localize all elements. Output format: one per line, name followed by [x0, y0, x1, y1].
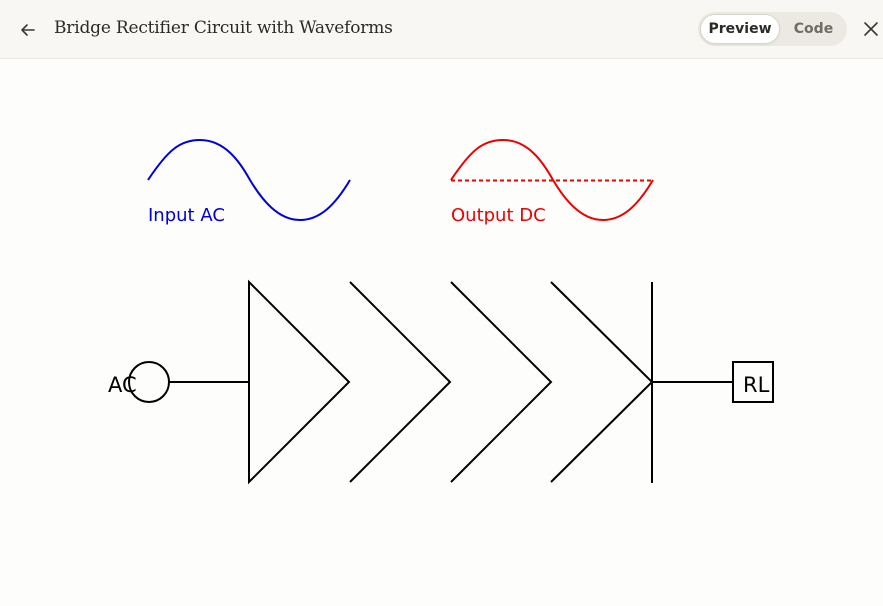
ac-source-label: AC [108, 373, 137, 397]
diode-chevron-3 [550, 281, 654, 483]
arrow-left-icon [21, 24, 35, 36]
back-button[interactable] [14, 16, 42, 44]
input-ac-label: Input AC [148, 205, 225, 226]
preview-canvas: Input AC Output DC AC RL [0, 60, 883, 602]
diode-chevron-1 [349, 281, 452, 483]
page-title: Bridge Rectifier Circuit with Waveforms [54, 18, 393, 38]
output-dc-label: Output DC [451, 205, 546, 226]
load-resistor-label: RL [743, 373, 770, 397]
diode-triangle [248, 279, 351, 485]
diode-chevron-2 [450, 281, 553, 483]
tab-preview[interactable]: Preview [700, 14, 780, 44]
top-bar: Bridge Rectifier Circuit with Waveforms … [0, 0, 883, 59]
view-toggle: Preview Code [698, 12, 847, 46]
close-button[interactable] [858, 16, 883, 42]
tab-code[interactable]: Code [782, 14, 845, 44]
circuit-diagram: Input AC Output DC AC RL [108, 138, 774, 485]
close-icon [864, 22, 878, 36]
